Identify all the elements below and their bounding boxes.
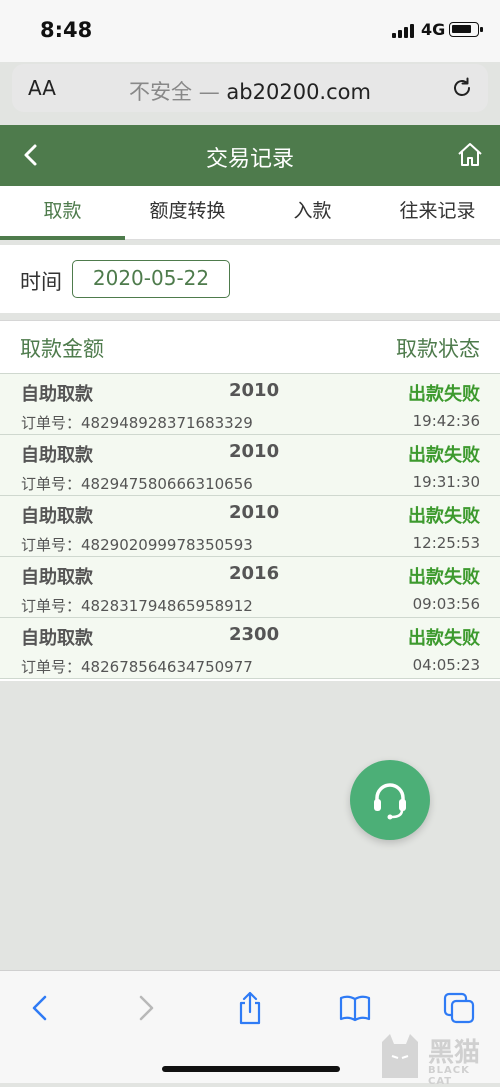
watermark-en: BLACK CAT bbox=[428, 1065, 470, 1087]
tabs-icon[interactable] bbox=[442, 991, 476, 1025]
list-item[interactable]: 自助取款 2010 出款失败 订单号：482902099978350593 12… bbox=[0, 495, 500, 556]
order-number: 订单号：482831794865958912 bbox=[21, 595, 253, 616]
order-id: 482902099978350593 bbox=[81, 536, 253, 554]
order-id: 482831794865958912 bbox=[81, 597, 253, 615]
order-prefix: 订单号： bbox=[21, 414, 82, 432]
tab-quota-transfer[interactable]: 额度转换 bbox=[125, 186, 250, 239]
withdraw-list: 取款金额 取款状态 自助取款 2010 出款失败 订单号：48294892837… bbox=[0, 320, 500, 681]
back-arrow-icon[interactable] bbox=[24, 991, 58, 1025]
withdraw-amount: 2010 bbox=[229, 441, 280, 462]
order-time: 19:31:30 bbox=[412, 473, 480, 491]
order-prefix: 订单号： bbox=[21, 536, 82, 554]
tab-withdraw[interactable]: 取款 bbox=[0, 186, 125, 240]
withdraw-type: 自助取款 bbox=[21, 445, 93, 466]
network-type: 4G bbox=[421, 20, 446, 39]
status-badge: 出款失败 bbox=[408, 384, 480, 405]
withdraw-type: 自助取款 bbox=[21, 567, 93, 588]
share-icon[interactable] bbox=[233, 991, 267, 1025]
withdraw-type: 自助取款 bbox=[21, 628, 93, 649]
status-bar: 8:48 4G bbox=[0, 0, 500, 62]
order-time: 09:03:56 bbox=[412, 595, 480, 613]
order-prefix: 订单号： bbox=[21, 597, 82, 615]
battery-icon bbox=[449, 22, 483, 37]
status-time: 8:48 bbox=[40, 18, 93, 42]
list-header: 取款金额 取款状态 bbox=[0, 321, 500, 373]
status-column-header: 取款状态 bbox=[396, 337, 480, 361]
list-item[interactable]: 自助取款 2010 出款失败 订单号：482947580666310656 19… bbox=[0, 434, 500, 495]
status-badge: 出款失败 bbox=[408, 445, 480, 466]
tab-bar: 取款 额度转换 入款 往来记录 bbox=[0, 186, 500, 240]
withdraw-amount: 2016 bbox=[229, 563, 280, 584]
withdraw-amount: 2010 bbox=[229, 380, 280, 401]
cat-logo-icon bbox=[382, 1034, 418, 1078]
date-filter: 时间 2020-05-22 bbox=[0, 245, 500, 313]
tab-deposit[interactable]: 入款 bbox=[250, 186, 375, 239]
page-header: 交易记录 bbox=[0, 125, 500, 186]
watermark-logo: 黑猫 BLACK CAT bbox=[378, 1032, 496, 1087]
reload-icon[interactable] bbox=[450, 76, 474, 100]
order-prefix: 订单号： bbox=[21, 658, 82, 676]
amount-column-header: 取款金额 bbox=[20, 337, 104, 361]
date-picker[interactable]: 2020-05-22 bbox=[72, 260, 230, 298]
order-number: 订单号：482678564634750977 bbox=[21, 656, 253, 677]
list-item[interactable]: 自助取款 2010 出款失败 订单号：482948928371683329 19… bbox=[0, 373, 500, 434]
order-id: 482947580666310656 bbox=[81, 475, 253, 493]
order-id: 482678564634750977 bbox=[81, 658, 253, 676]
watermark-cn: 黑猫 bbox=[428, 1038, 481, 1068]
date-filter-label: 时间 bbox=[20, 270, 62, 294]
insecure-label: 不安全 — bbox=[129, 80, 220, 104]
order-time: 04:05:23 bbox=[412, 656, 480, 674]
home-indicator[interactable] bbox=[162, 1066, 340, 1072]
order-time: 12:25:53 bbox=[412, 534, 480, 552]
bookmarks-icon[interactable] bbox=[338, 991, 372, 1025]
status-badge: 出款失败 bbox=[408, 567, 480, 588]
order-time: 19:42:36 bbox=[412, 412, 480, 430]
address-bar[interactable]: AA 不安全 — ab20200.com bbox=[12, 64, 488, 112]
withdraw-type: 自助取款 bbox=[21, 506, 93, 527]
headset-icon bbox=[374, 783, 406, 820]
list-item[interactable]: 自助取款 2300 出款失败 订单号：482678564634750977 04… bbox=[0, 617, 500, 679]
status-badge: 出款失败 bbox=[408, 628, 480, 649]
url-domain: ab20200.com bbox=[226, 80, 371, 104]
order-number: 订单号：482902099978350593 bbox=[21, 534, 253, 555]
forward-arrow-icon[interactable] bbox=[128, 991, 162, 1025]
order-number: 订单号：482947580666310656 bbox=[21, 473, 253, 494]
order-id: 482948928371683329 bbox=[81, 414, 253, 432]
list-item[interactable]: 自助取款 2016 出款失败 订单号：482831794865958912 09… bbox=[0, 556, 500, 617]
withdraw-amount: 2300 bbox=[229, 624, 280, 645]
order-prefix: 订单号： bbox=[21, 475, 82, 493]
withdraw-amount: 2010 bbox=[229, 502, 280, 523]
customer-service-button[interactable] bbox=[350, 760, 430, 840]
home-icon[interactable] bbox=[456, 140, 484, 168]
url-display[interactable]: 不安全 — ab20200.com bbox=[12, 76, 488, 106]
signal-icon bbox=[392, 24, 414, 38]
withdraw-type: 自助取款 bbox=[21, 384, 93, 405]
status-badge: 出款失败 bbox=[408, 506, 480, 527]
page-title: 交易记录 bbox=[205, 147, 294, 172]
tab-history[interactable]: 往来记录 bbox=[375, 186, 500, 239]
order-number: 订单号：482948928371683329 bbox=[21, 412, 253, 433]
